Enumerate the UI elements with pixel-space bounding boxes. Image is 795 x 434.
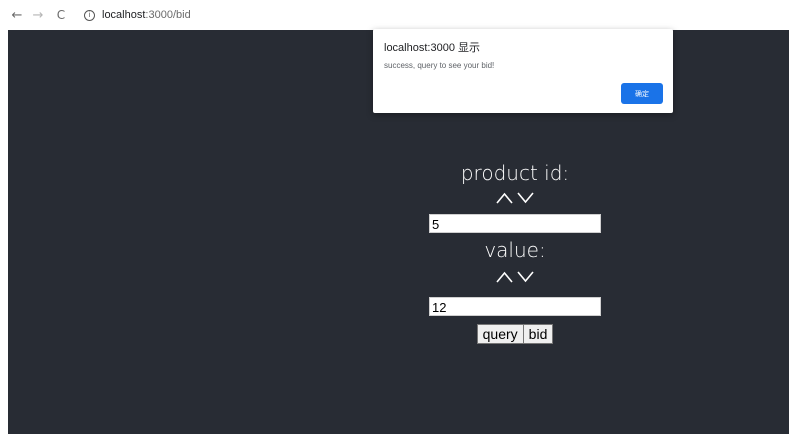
value-arrows: [496, 271, 534, 287]
query-button[interactable]: query: [476, 324, 524, 344]
bid-button[interactable]: bid: [523, 324, 554, 344]
alert-title: localhost:3000 显示: [384, 42, 480, 54]
chevron-up-icon[interactable]: [496, 192, 513, 208]
product-id-arrows: [496, 192, 534, 208]
value-label: value:: [484, 238, 546, 262]
reload-icon[interactable]: C: [52, 8, 70, 22]
product-id-input[interactable]: 5: [429, 214, 601, 233]
form-buttons: query bid: [476, 324, 554, 344]
chevron-down-icon[interactable]: [517, 192, 534, 208]
chevron-down-icon[interactable]: [517, 271, 534, 287]
product-id-label: product id:: [460, 161, 570, 185]
info-icon[interactable]: i: [84, 9, 95, 21]
value-input[interactable]: 12: [429, 297, 601, 316]
back-arrow-icon[interactable]: ←: [8, 8, 26, 23]
chevron-up-icon[interactable]: [496, 271, 513, 287]
bid-form: product id: 5 value: 12 query bid: [427, 161, 603, 344]
url-path: :3000/bid: [145, 9, 191, 21]
url-text: localhost:3000/bid: [102, 9, 191, 21]
alert-ok-button[interactable]: 确定: [621, 83, 663, 104]
alert-message: success, query to see your bid!: [384, 61, 495, 70]
alert-dialog: localhost:3000 显示 success, query to see …: [373, 29, 673, 113]
browser-toolbar: ← → C i localhost:3000/bid: [0, 0, 795, 30]
forward-arrow-icon[interactable]: →: [29, 8, 47, 23]
url-host: localhost: [102, 9, 146, 21]
address-bar[interactable]: i localhost:3000/bid: [84, 5, 734, 25]
